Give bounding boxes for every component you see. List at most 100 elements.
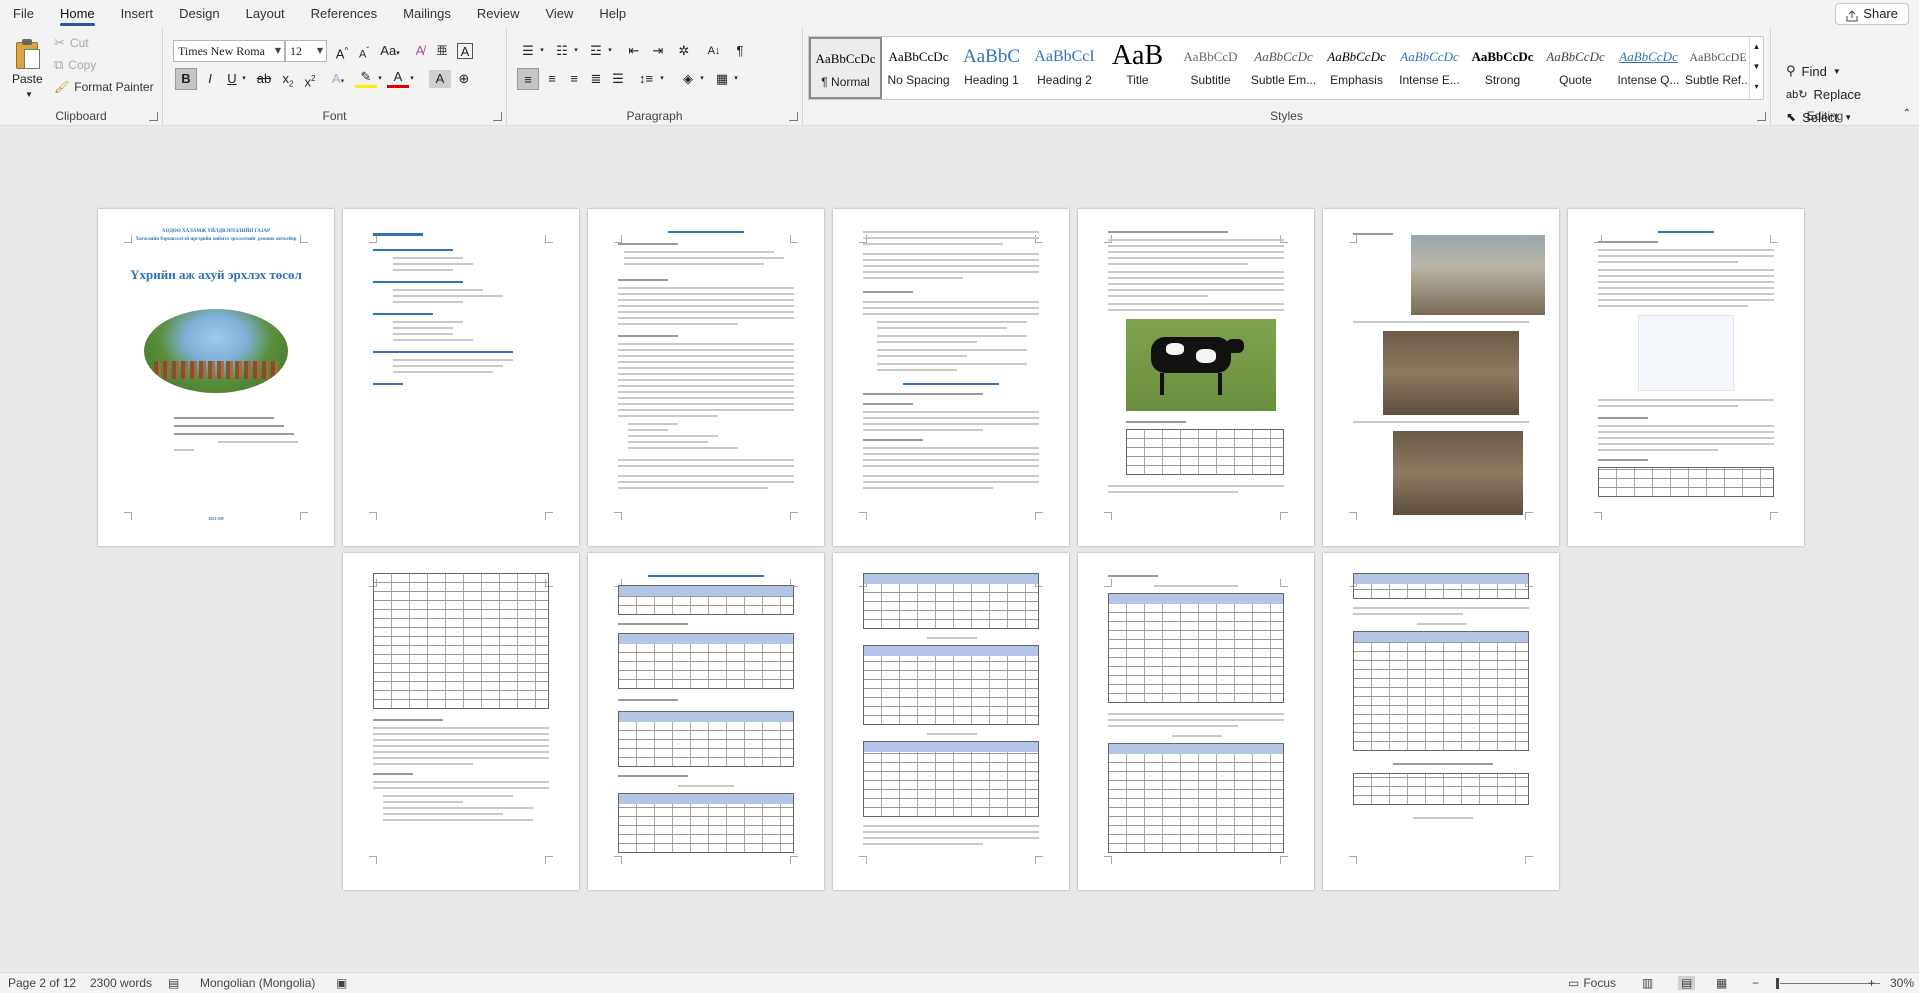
page-thumbnail[interactable]: [1078, 209, 1314, 546]
increase-indent-button[interactable]: ⇥: [647, 40, 669, 62]
phonetic-guide-button[interactable]: 亜: [431, 40, 453, 62]
style-emphasis[interactable]: AaBbCcDc Emphasis: [1320, 37, 1393, 99]
tab-home[interactable]: Home: [47, 0, 108, 28]
page-count[interactable]: Page 2 of 12: [8, 976, 76, 990]
borders-button[interactable]: ▦: [711, 68, 733, 90]
change-case-button[interactable]: Aa▾: [379, 40, 401, 62]
bullets-button[interactable]: ☰: [517, 40, 539, 62]
underline-dropdown[interactable]: ▾: [239, 68, 249, 90]
style-quote[interactable]: AaBbCcDc Quote: [1539, 37, 1612, 99]
highlight-button[interactable]: ✎: [355, 68, 377, 88]
style-no-spacing[interactable]: AaBbCcDc No Spacing: [882, 37, 955, 99]
decrease-indent-button[interactable]: ⇤: [623, 40, 645, 62]
align-left-button[interactable]: ≡: [517, 68, 539, 90]
styles-dialog-launcher-icon[interactable]: [1757, 112, 1766, 121]
replace-button[interactable]: ab↻ Replace: [1786, 83, 1861, 105]
style-intense-emphasis[interactable]: AaBbCcDc Intense E...: [1393, 37, 1466, 99]
chevron-up-icon[interactable]: ▲: [1750, 37, 1763, 57]
page-thumbnail[interactable]: [343, 553, 579, 890]
page-thumbnail[interactable]: [833, 553, 1069, 890]
line-spacing-dropdown[interactable]: ▾: [657, 68, 667, 90]
zoom-out-icon[interactable]: −: [1752, 976, 1759, 990]
tab-references[interactable]: References: [298, 0, 390, 28]
sort-button[interactable]: A↓: [703, 40, 725, 62]
font-name-select[interactable]: Times New Roma ▼: [173, 40, 285, 62]
zoom-in-icon[interactable]: +: [1868, 976, 1875, 990]
share-button[interactable]: Share: [1835, 3, 1909, 25]
align-right-button[interactable]: ≡: [563, 68, 585, 90]
more-styles-icon[interactable]: ▾: [1750, 77, 1763, 97]
page-thumbnail[interactable]: ХӨДӨӨ ХАЛАМЖ ҮЙЛДВЭРЛЭЛИЙН ГАЗАР Хөгжлий…: [98, 209, 334, 546]
font-size-select[interactable]: 12 ▼: [285, 40, 327, 62]
page-thumbnail[interactable]: [833, 209, 1069, 546]
clipboard-dialog-launcher-icon[interactable]: [149, 112, 158, 121]
bullets-dropdown[interactable]: ▾: [537, 40, 547, 62]
highlight-dropdown[interactable]: ▾: [375, 68, 385, 90]
multilevel-list-button[interactable]: ☲: [585, 40, 607, 62]
focus-button[interactable]: ▭ Focus: [1568, 976, 1616, 990]
page-thumbnail[interactable]: [588, 209, 824, 546]
shrink-font-button[interactable]: Aˇ: [353, 40, 375, 62]
style-intense-quote[interactable]: AaBbCcDc Intense Q...: [1612, 37, 1685, 99]
font-color-dropdown[interactable]: ▾: [407, 68, 417, 90]
numbering-button[interactable]: ☷: [551, 40, 573, 62]
style-subtle-emphasis[interactable]: AaBbCcDc Subtle Em...: [1247, 37, 1320, 99]
language-status[interactable]: Mongolian (Mongolia): [200, 976, 315, 990]
distributed-button[interactable]: ☰: [607, 68, 629, 90]
style-normal[interactable]: AaBbCcDc ¶ Normal: [809, 37, 882, 99]
page-thumbnail[interactable]: [588, 553, 824, 890]
style-title[interactable]: AaB Title: [1101, 37, 1174, 99]
borders-dropdown[interactable]: ▾: [731, 68, 741, 90]
read-mode-icon[interactable]: ▥: [1642, 976, 1653, 990]
character-border-button[interactable]: A: [457, 43, 473, 59]
subscript-button[interactable]: x2: [277, 68, 299, 90]
font-color-button[interactable]: A: [387, 68, 409, 88]
select-button[interactable]: ⬉ Select ▼: [1786, 106, 1852, 128]
print-layout-icon[interactable]: ▤: [1678, 976, 1696, 990]
style-heading-2[interactable]: AaBbCcI Heading 2: [1028, 37, 1101, 99]
style-heading-1[interactable]: AaBbC Heading 1: [955, 37, 1028, 99]
italic-button[interactable]: I: [199, 68, 221, 90]
text-effects-button[interactable]: A▾: [327, 68, 349, 90]
word-count[interactable]: 2300 words: [90, 976, 152, 990]
strikethrough-button[interactable]: ab: [253, 68, 275, 90]
tab-file[interactable]: File: [0, 0, 47, 28]
character-shading-button[interactable]: A: [429, 70, 451, 88]
page-thumbnail[interactable]: [1323, 553, 1559, 890]
show-formatting-marks-button[interactable]: ¶: [729, 40, 751, 62]
tab-mailings[interactable]: Mailings: [390, 0, 464, 28]
document-area[interactable]: ХӨДӨӨ ХАЛАМЖ ҮЙЛДВЭРЛЭЛИЙН ГАЗАР Хөгжлий…: [0, 126, 1919, 972]
style-subtle-reference[interactable]: AaBbCcDE Subtle Ref...: [1685, 37, 1751, 99]
shading-button[interactable]: ◈: [677, 68, 699, 90]
format-painter-button[interactable]: 🖌 Format Painter: [54, 76, 154, 98]
tab-help[interactable]: Help: [586, 0, 639, 28]
bold-button[interactable]: B: [175, 68, 197, 90]
paragraph-dialog-launcher-icon[interactable]: [789, 112, 798, 121]
collapse-ribbon-icon[interactable]: ⌃: [1903, 108, 1911, 119]
justify-button[interactable]: ≣: [585, 68, 607, 90]
chevron-down-icon[interactable]: ▼: [1750, 57, 1763, 77]
align-center-button[interactable]: ≡: [541, 68, 563, 90]
find-button[interactable]: ⚲ Find ▼: [1786, 60, 1841, 82]
styles-gallery-scroll[interactable]: ▲ ▼ ▾: [1749, 37, 1763, 99]
style-subtitle[interactable]: AaBbCcD Subtitle: [1174, 37, 1247, 99]
tab-view[interactable]: View: [532, 0, 586, 28]
line-spacing-button[interactable]: ↕≡: [635, 68, 657, 90]
grow-font-button[interactable]: A^: [331, 40, 353, 62]
web-layout-icon[interactable]: ▦: [1716, 976, 1727, 990]
superscript-button[interactable]: x2: [299, 68, 321, 90]
zoom-slider-thumb[interactable]: [1776, 978, 1779, 989]
asian-layout-button[interactable]: ✲: [673, 40, 695, 62]
style-strong[interactable]: AaBbCcDc Strong: [1466, 37, 1539, 99]
page-thumbnail[interactable]: [1078, 553, 1314, 890]
tab-review[interactable]: Review: [464, 0, 533, 28]
page-thumbnail[interactable]: [1323, 209, 1559, 546]
macro-record-icon[interactable]: ▣: [336, 976, 347, 990]
font-dialog-launcher-icon[interactable]: [493, 112, 502, 121]
page-thumbnail[interactable]: [1568, 209, 1804, 546]
zoom-level[interactable]: 30%: [1890, 976, 1914, 990]
page-thumbnail[interactable]: [343, 209, 579, 546]
cut-button[interactable]: ✂ Cut: [54, 32, 89, 54]
multilevel-list-dropdown[interactable]: ▾: [605, 40, 615, 62]
shading-dropdown[interactable]: ▾: [697, 68, 707, 90]
